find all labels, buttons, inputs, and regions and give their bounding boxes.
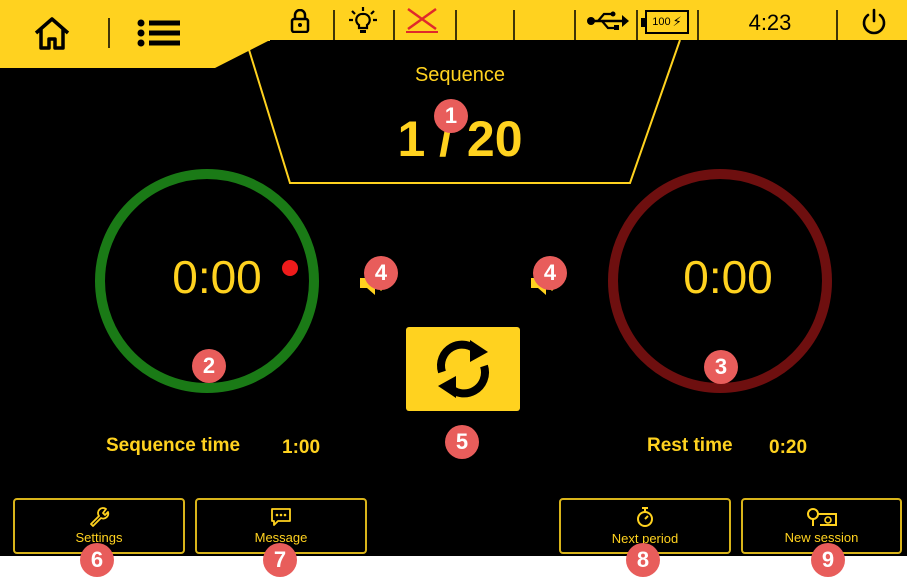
sequence-time-value: 1:00 bbox=[282, 437, 321, 458]
new-session-icon bbox=[806, 508, 837, 526]
callout-badge: 2 bbox=[192, 349, 226, 383]
callout-badge: 8 bbox=[626, 543, 660, 577]
divider bbox=[636, 10, 638, 40]
wireless-status[interactable] bbox=[402, 4, 442, 36]
battery-indicator: 100 ⚡ bbox=[641, 9, 690, 35]
power-button[interactable] bbox=[857, 6, 891, 38]
callout-badge: 5 bbox=[445, 425, 479, 459]
sequence-title: Sequence bbox=[414, 64, 506, 86]
callout-badge: 9 bbox=[811, 543, 845, 577]
lock-icon bbox=[290, 9, 310, 33]
callout-badge: 4 bbox=[533, 256, 567, 290]
usb-icon bbox=[587, 11, 629, 30]
chat-icon bbox=[271, 508, 291, 526]
callout-badge: 4 bbox=[364, 256, 398, 290]
device-screen: 100 ⚡ 4:23 Sequence 1 / 20 0:00 0:00 Seq… bbox=[0, 0, 907, 556]
callout-badge: 1 bbox=[434, 99, 468, 133]
callout-badge: 7 bbox=[263, 543, 297, 577]
sequence-timer-display: 0:00 bbox=[172, 251, 262, 303]
home-button[interactable] bbox=[30, 14, 74, 52]
light-status[interactable] bbox=[347, 4, 379, 38]
wireless-off-icon bbox=[406, 7, 438, 33]
refresh-icon bbox=[437, 340, 489, 398]
menu-icon bbox=[137, 19, 180, 47]
divider bbox=[513, 10, 515, 40]
wrench-icon bbox=[90, 507, 110, 527]
battery-icon: 100 ⚡ bbox=[641, 10, 689, 34]
divider bbox=[108, 18, 110, 48]
rest-time-value: 0:20 bbox=[769, 437, 808, 458]
usb-status bbox=[585, 8, 631, 34]
callout-badge: 6 bbox=[80, 543, 114, 577]
restart-button[interactable] bbox=[406, 327, 520, 411]
sequence-time-label: Sequence time bbox=[106, 435, 241, 456]
divider bbox=[333, 10, 335, 40]
light-bulb-icon bbox=[349, 7, 377, 33]
rest-time-label: Rest time bbox=[647, 435, 733, 456]
home-icon bbox=[34, 17, 70, 50]
charging-icon: ⚡ bbox=[672, 14, 682, 29]
divider bbox=[697, 10, 699, 40]
divider bbox=[393, 10, 395, 40]
battery-level: 100 bbox=[652, 16, 671, 28]
menu-button[interactable] bbox=[134, 16, 184, 50]
divider bbox=[455, 10, 457, 40]
recording-indicator bbox=[282, 260, 298, 276]
rest-timer-display: 0:00 bbox=[683, 251, 773, 303]
stopwatch-icon bbox=[637, 507, 653, 527]
callout-badge: 3 bbox=[704, 350, 738, 384]
lock-status[interactable] bbox=[288, 6, 312, 36]
power-icon bbox=[862, 8, 886, 35]
divider bbox=[836, 10, 838, 40]
clock: 4:23 bbox=[748, 10, 792, 35]
new-session-label: New session bbox=[784, 530, 859, 545]
divider bbox=[574, 10, 576, 40]
